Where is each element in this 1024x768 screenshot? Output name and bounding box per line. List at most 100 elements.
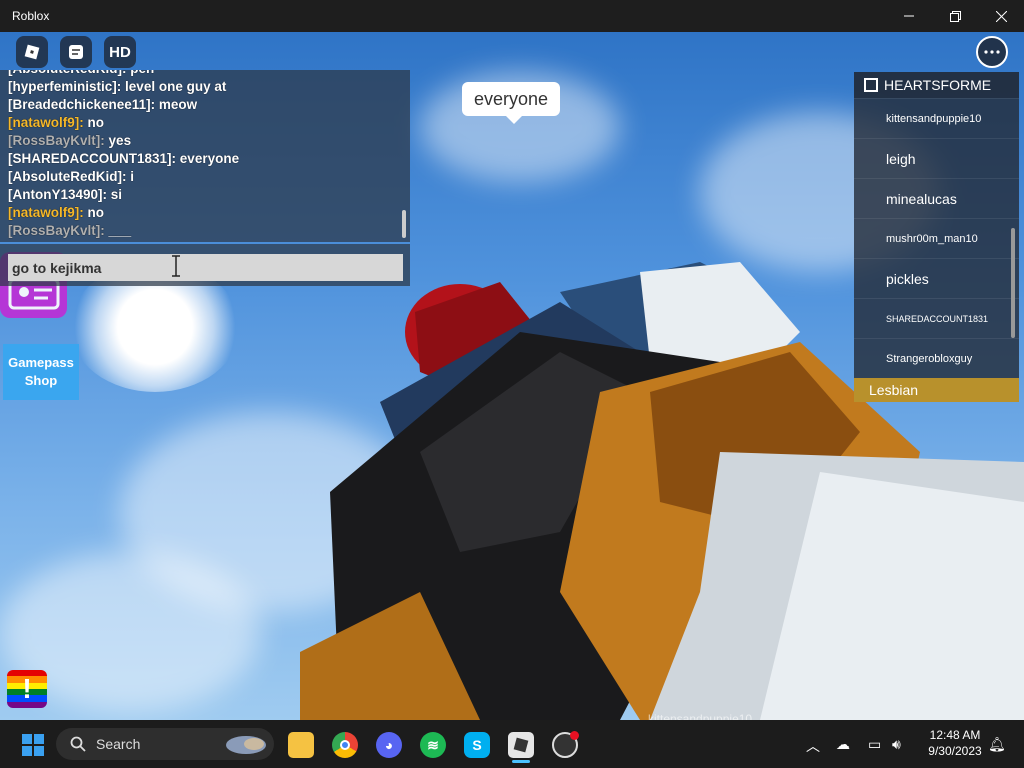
player-list-row[interactable]: leigh: [854, 138, 1019, 178]
volume-button[interactable]: 🔊︎: [892, 736, 901, 753]
chat-message-author[interactable]: [Breadedchickenee11]:: [8, 97, 155, 112]
network-button[interactable]: ▭: [868, 736, 881, 753]
player-list-row[interactable]: pickles: [854, 258, 1019, 298]
maximize-button[interactable]: [932, 0, 978, 32]
skype-icon: S: [472, 737, 482, 753]
chat-message-author[interactable]: [AbsoluteRedKid]:: [8, 169, 127, 184]
taskbar-clock[interactable]: 12:48 AM 9/30/2023: [920, 727, 990, 759]
player-list-scrollbar[interactable]: [1011, 228, 1015, 338]
windows-start-button[interactable]: [20, 732, 46, 758]
premium-icon: [864, 78, 878, 92]
chat-message-text: ___: [108, 223, 132, 238]
gamepass-shop-line1: Gamepass: [8, 355, 74, 370]
chat-message-text: si: [110, 187, 123, 202]
window-title: Roblox: [12, 9, 50, 23]
chrome-icon: [340, 740, 350, 750]
player-list-row[interactable]: minealucas: [854, 178, 1019, 218]
hd-label: HD: [109, 43, 131, 61]
player-list-row[interactable]: mushr00m_man10: [854, 218, 1019, 258]
volume-icon: 🔊︎: [892, 736, 901, 752]
chat-message: [SHAREDACCOUNT1831]: everyone: [8, 150, 239, 168]
show-hidden-icons-button[interactable]: ︿: [806, 736, 820, 756]
more-options-icon: [984, 50, 1000, 54]
taskbar-search[interactable]: Search: [56, 728, 274, 760]
player-list-header: HEARTSFORME: [854, 72, 1019, 98]
restore-icon: [949, 10, 961, 22]
discord-button[interactable]: ◕: [376, 732, 402, 758]
search-placeholder: Search: [96, 736, 141, 752]
player-list-row[interactable]: SHAREDACCOUNT1831: [854, 298, 1019, 338]
clock-time: 12:48 AM: [929, 728, 981, 742]
player-name: SHAREDACCOUNT1831: [886, 313, 989, 324]
chat-message: [RossBayKvlt]: yes: [8, 132, 239, 150]
chat-message-author[interactable]: [hyperfeministic]:: [8, 79, 121, 94]
hd-button[interactable]: HD: [104, 36, 136, 68]
skype-button[interactable]: S: [464, 732, 490, 758]
player-list: HEARTSFORME kittensandpuppie10 leigh minea…: [854, 72, 1019, 402]
team-header[interactable]: Lesbian: [854, 378, 1019, 402]
player-name: Strangerobloxguy: [886, 352, 973, 365]
notifications-button[interactable]: 🔔︎: [988, 736, 1006, 753]
spotify-button[interactable]: ≋: [420, 732, 446, 758]
chat-message-text: yes: [108, 133, 132, 148]
chat-toggle-button[interactable]: [60, 36, 92, 68]
roblox-menu-button[interactable]: [16, 36, 48, 68]
chat-message-text: everyone: [179, 151, 240, 166]
player-name: leigh: [886, 150, 916, 167]
player-name: pickles: [886, 270, 929, 287]
player-list-row[interactable]: Strangerobloxguy: [854, 338, 1019, 378]
windows-start-icon: [22, 734, 44, 756]
chat-message-text: no: [87, 115, 105, 130]
chat-message-text: i: [130, 169, 135, 184]
chat-message-author[interactable]: [natawolf9]:: [8, 115, 84, 130]
network-icon: ▭: [868, 736, 882, 752]
chat-message: [AntonY13490]: si: [8, 186, 239, 204]
player-name: kittensandpuppie10: [886, 112, 982, 125]
chat-message-author[interactable]: [natawolf9]:: [8, 205, 84, 220]
chat-message: [natawolf9]: no: [8, 114, 239, 132]
roblox-icon: [513, 737, 529, 753]
chat-message-author[interactable]: [AntonY13490]:: [8, 187, 107, 202]
search-highlight-image: [226, 736, 266, 754]
player-list-row[interactable]: kittensandpuppie10: [854, 98, 1019, 138]
team-label: Lesbian: [869, 382, 919, 398]
minimize-button[interactable]: [886, 0, 932, 32]
onedrive-button[interactable]: ☁: [836, 736, 850, 753]
minimize-icon: [904, 15, 914, 17]
chat-scrollbar[interactable]: [402, 210, 406, 238]
rainbow-flag-button[interactable]: !: [7, 670, 47, 708]
player-name: mushr00m_man10: [886, 232, 978, 245]
clock-date: 9/30/2023: [928, 744, 982, 758]
gamepass-shop-button[interactable]: Gamepass Shop: [3, 344, 79, 400]
chat-message: [AbsoluteRedKid]: pen: [8, 70, 239, 78]
player-list-header-name: HEARTSFORME: [884, 77, 992, 93]
search-icon: [70, 736, 86, 752]
active-app-indicator: [512, 760, 530, 763]
spotify-icon: ≋: [427, 736, 439, 753]
chrome-button[interactable]: [332, 732, 358, 758]
bell-icon: 🔔︎: [988, 736, 1006, 752]
chat-message: [AbsoluteRedKid]: i: [8, 168, 239, 186]
chat-window: [AbsoluteRedKid]: pen[hyperfeministic]: …: [0, 70, 410, 242]
chat-message: [natawolf9]: no: [8, 204, 239, 222]
notification-dot: [570, 731, 579, 740]
more-options-button[interactable]: [976, 36, 1008, 68]
roblox-taskbar-button[interactable]: [508, 732, 534, 758]
chat-message-author[interactable]: [RossBayKvlt]:: [8, 223, 105, 238]
discord-icon: ◕: [384, 737, 394, 753]
chat-message-author[interactable]: [AbsoluteRedKid]:: [8, 70, 127, 76]
chat-message-list: [AbsoluteRedKid]: pen[hyperfeministic]: …: [8, 70, 239, 240]
chat-message-author[interactable]: [SHAREDACCOUNT1831]:: [8, 151, 176, 166]
chat-message-text: meow: [158, 97, 198, 112]
close-button[interactable]: [978, 0, 1024, 32]
player-name: minealucas: [886, 190, 957, 207]
chat-icon: [69, 45, 83, 59]
file-explorer-button[interactable]: [288, 732, 314, 758]
chat-input[interactable]: [8, 254, 403, 281]
gamepass-shop-line2: Shop: [24, 373, 58, 388]
chat-message: [Breadedchickenee11]: meow: [8, 96, 239, 114]
chevron-up-icon: ︿: [806, 738, 820, 754]
chat-message: [RossBayKvlt]: ___: [8, 222, 239, 240]
chat-message: [hyperfeministic]: level one guy at: [8, 78, 239, 96]
chat-message-author[interactable]: [RossBayKvlt]:: [8, 133, 105, 148]
